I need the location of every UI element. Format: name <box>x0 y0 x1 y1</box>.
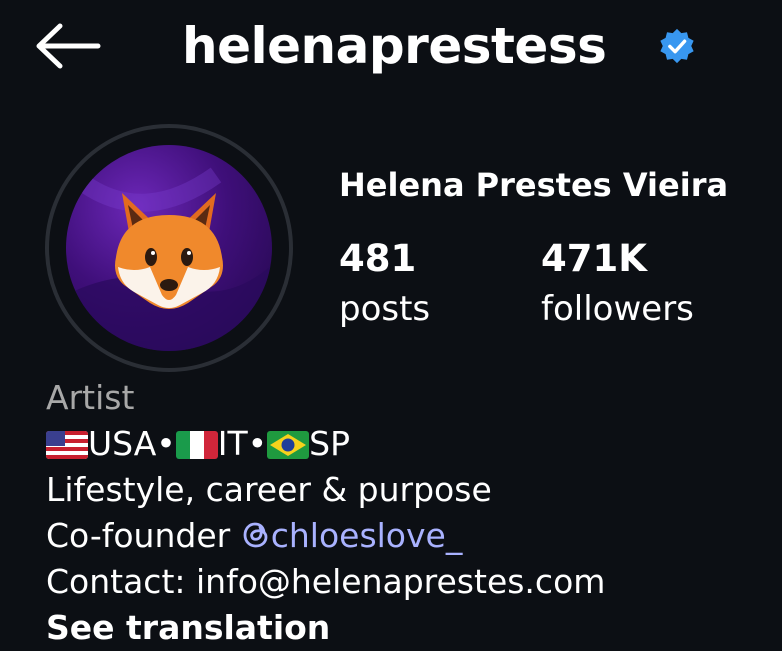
loc-it: IT <box>217 424 248 463</box>
profile-username: helenaprestess <box>182 17 607 75</box>
see-translation-button[interactable]: See translation <box>46 605 776 651</box>
posts-count: 481 <box>339 237 417 280</box>
followers-label: followers <box>541 289 694 329</box>
bio-cofounder: Co-founder chloeslove_ <box>46 513 776 559</box>
back-arrow-icon <box>36 23 101 69</box>
cofounder-prefix: Co-founder <box>46 516 231 555</box>
flag-italy-icon <box>175 431 218 459</box>
bio-contact: Contact: info@helenaprestes.com <box>46 562 606 601</box>
stat-posts[interactable]: 481 posts <box>339 236 430 336</box>
bio-locations: USA• IT• SP <box>46 421 776 467</box>
loc-usa: USA <box>88 424 157 463</box>
bio-tagline: Lifestyle, career & purpose <box>46 470 492 509</box>
fox-emoji-avatar <box>66 167 272 351</box>
loc-sp: SP <box>309 424 350 463</box>
profile-avatar-ring[interactable] <box>45 124 293 372</box>
cofounder-threads-link[interactable]: chloeslove_ <box>241 516 463 555</box>
followers-count: 471K <box>541 237 647 280</box>
profile-category: Artist <box>46 378 135 417</box>
threads-icon <box>243 522 268 548</box>
posts-label: posts <box>339 289 431 329</box>
profile-bio: Artist USA• IT• SP Lifestyle, career & p… <box>46 375 776 651</box>
verified-badge-icon <box>660 28 694 64</box>
flag-usa-icon <box>46 431 88 459</box>
stat-followers[interactable]: 471K followers <box>541 236 694 336</box>
cofounder-handle: chloeslove_ <box>270 516 463 555</box>
loc-sep-2: • <box>247 424 268 463</box>
avatar <box>66 145 272 351</box>
profile-full-name: Helena Prestes Vieira <box>339 166 729 204</box>
loc-sep-1: • <box>156 424 176 463</box>
flag-brazil-icon <box>267 431 310 459</box>
back-button[interactable] <box>34 22 102 70</box>
